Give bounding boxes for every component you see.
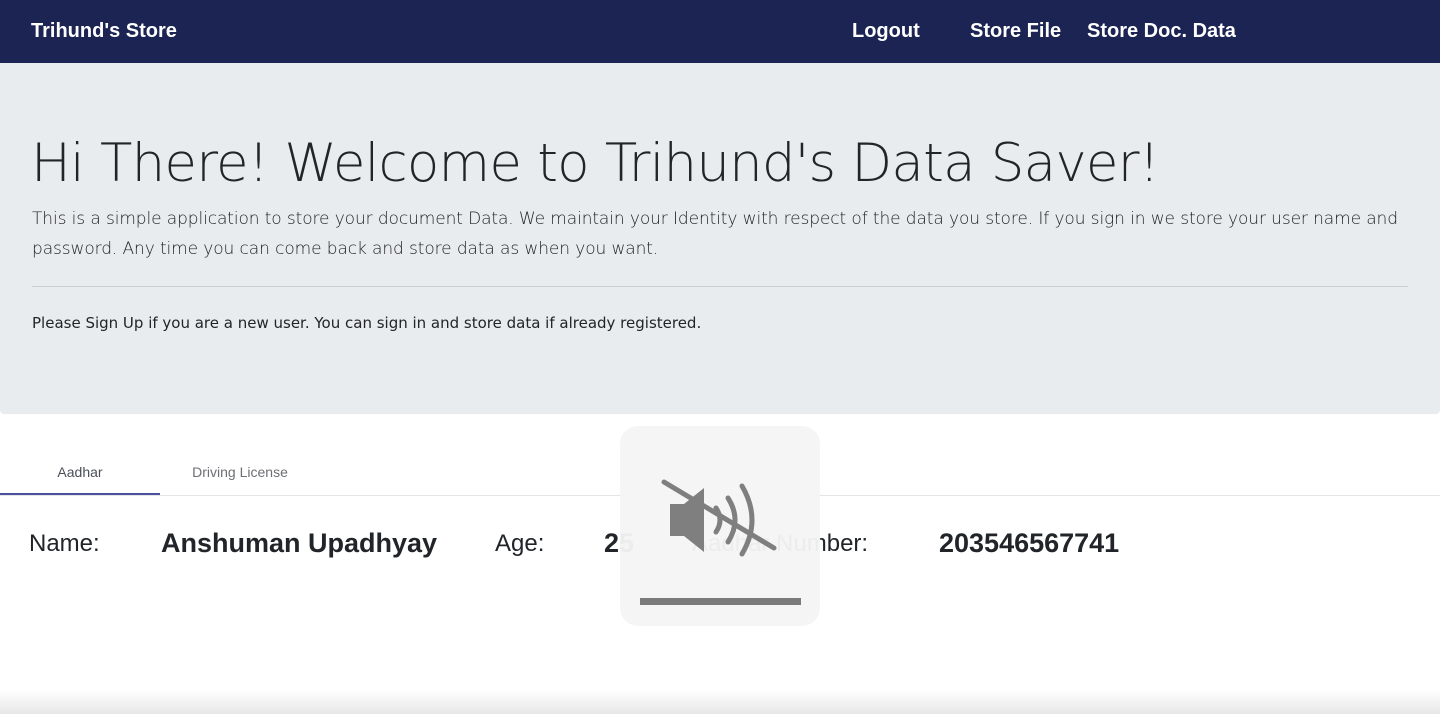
volume-muted-overlay: [620, 426, 820, 626]
welcome-jumbotron: Hi There! Welcome to Trihund's Data Save…: [0, 63, 1440, 414]
bottom-edge-shadow: [0, 690, 1440, 714]
brand-link[interactable]: Trihund's Store: [31, 20, 177, 43]
tab-driving-license[interactable]: Driving License: [160, 448, 320, 495]
intro-paragraph: This is a simple application to store yo…: [32, 209, 1398, 259]
page-title: Hi There! Welcome to Trihund's Data Save…: [31, 133, 1160, 194]
volume-level-bar: [640, 598, 801, 605]
divider: [32, 286, 1408, 287]
age-label: Age:: [495, 530, 545, 557]
speaker-muted-icon: [661, 479, 777, 557]
tab-aadhar[interactable]: Aadhar: [0, 448, 160, 495]
nav-store-doc-data[interactable]: Store Doc. Data: [1087, 20, 1236, 43]
nav-store-file[interactable]: Store File: [970, 20, 1061, 43]
nav-logout[interactable]: Logout: [852, 20, 920, 43]
signup-hint: Please Sign Up if you are a new user. Yo…: [32, 314, 702, 332]
name-label: Name:: [29, 530, 100, 557]
name-value: Anshuman Upadhyay: [161, 528, 438, 558]
aadhar-number-value: 203546567741: [939, 528, 1120, 558]
top-navbar: Trihund's Store Logout Store File Store …: [0, 0, 1440, 63]
